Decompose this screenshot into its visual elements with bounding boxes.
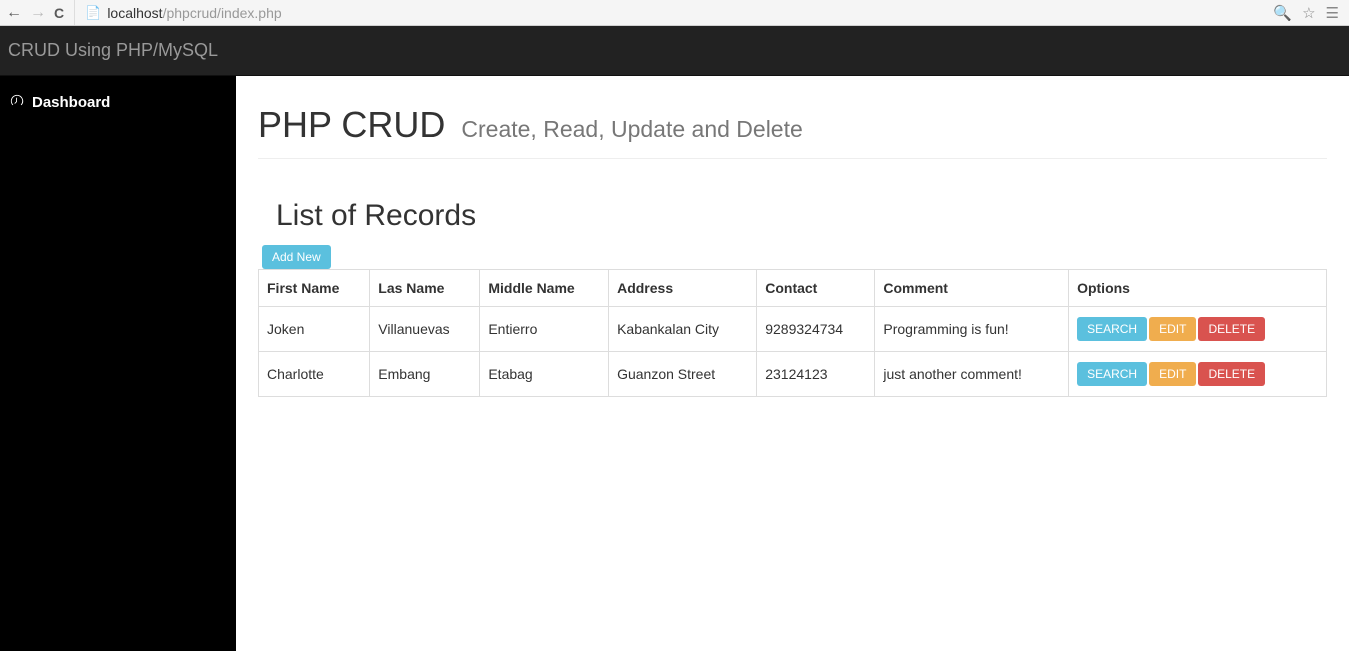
cell-last-name: Embang [370,352,480,397]
col-address: Address [609,270,757,307]
section-title: List of Records [276,199,1327,233]
search-button[interactable]: SEARCH [1077,362,1147,386]
cell-options: SEARCHEDITDELETE [1069,352,1327,397]
cell-address: Guanzon Street [609,352,757,397]
cell-options: SEARCHEDITDELETE [1069,307,1327,352]
app-title: CRUD Using PHP/MySQL [8,40,218,60]
forward-button[interactable]: → [30,5,46,21]
url-host: localhost [107,5,162,21]
dashboard-icon [10,94,24,111]
url-text: localhost/phpcrud/index.php [107,5,281,21]
url-path: /phpcrud/index.php [163,5,282,21]
cell-last-name: Villanuevas [370,307,480,352]
bookmark-star-icon[interactable]: ☆ [1302,4,1315,22]
layout: Dashboard PHP CRUD Create, Read, Update … [0,76,1349,651]
cell-comment: Programming is fun! [875,307,1069,352]
cell-middle-name: Entierro [480,307,609,352]
col-first-name: First Name [259,270,370,307]
reload-button[interactable]: C [54,5,64,21]
browser-toolbar: ← → C 📄 localhost/phpcrud/index.php 🔍 ☆ … [0,0,1349,26]
zoom-icon[interactable]: 🔍 [1273,4,1292,22]
table-header-row: First Name Las Name Middle Name Address … [259,270,1327,307]
edit-button[interactable]: EDIT [1149,362,1196,386]
delete-button[interactable]: DELETE [1198,317,1265,341]
table-row: JokenVillanuevasEntierroKabankalan City9… [259,307,1327,352]
back-button[interactable]: ← [6,5,22,21]
cell-middle-name: Etabag [480,352,609,397]
nav-arrows: ← → C [6,5,64,21]
page-title-main: PHP CRUD [258,104,445,145]
edit-button[interactable]: EDIT [1149,317,1196,341]
cell-comment: just another comment! [875,352,1069,397]
chrome-right-icons: 🔍 ☆ ☰ [1273,4,1343,22]
col-options: Options [1069,270,1327,307]
sidebar-item-dashboard[interactable]: Dashboard [10,94,226,111]
cell-first-name: Charlotte [259,352,370,397]
records-table: First Name Las Name Middle Name Address … [258,269,1327,397]
col-middle-name: Middle Name [480,270,609,307]
add-new-button[interactable]: Add New [262,245,331,269]
sidebar-item-label: Dashboard [32,94,110,111]
delete-button[interactable]: DELETE [1198,362,1265,386]
col-last-name: Las Name [370,270,480,307]
address-bar[interactable]: 📄 localhost/phpcrud/index.php [74,0,1263,25]
cell-contact: 9289324734 [757,307,875,352]
page-title-sub: Create, Read, Update and Delete [461,116,802,142]
menu-icon[interactable]: ☰ [1326,4,1339,22]
col-comment: Comment [875,270,1069,307]
col-contact: Contact [757,270,875,307]
sidebar: Dashboard [0,76,236,651]
search-button[interactable]: SEARCH [1077,317,1147,341]
cell-contact: 23124123 [757,352,875,397]
cell-address: Kabankalan City [609,307,757,352]
table-row: CharlotteEmbangEtabagGuanzon Street23124… [259,352,1327,397]
page-icon: 📄 [85,5,101,21]
page-title: PHP CRUD Create, Read, Update and Delete [258,104,1327,159]
app-header: CRUD Using PHP/MySQL [0,26,1349,76]
cell-first-name: Joken [259,307,370,352]
main-content: PHP CRUD Create, Read, Update and Delete… [236,76,1349,651]
